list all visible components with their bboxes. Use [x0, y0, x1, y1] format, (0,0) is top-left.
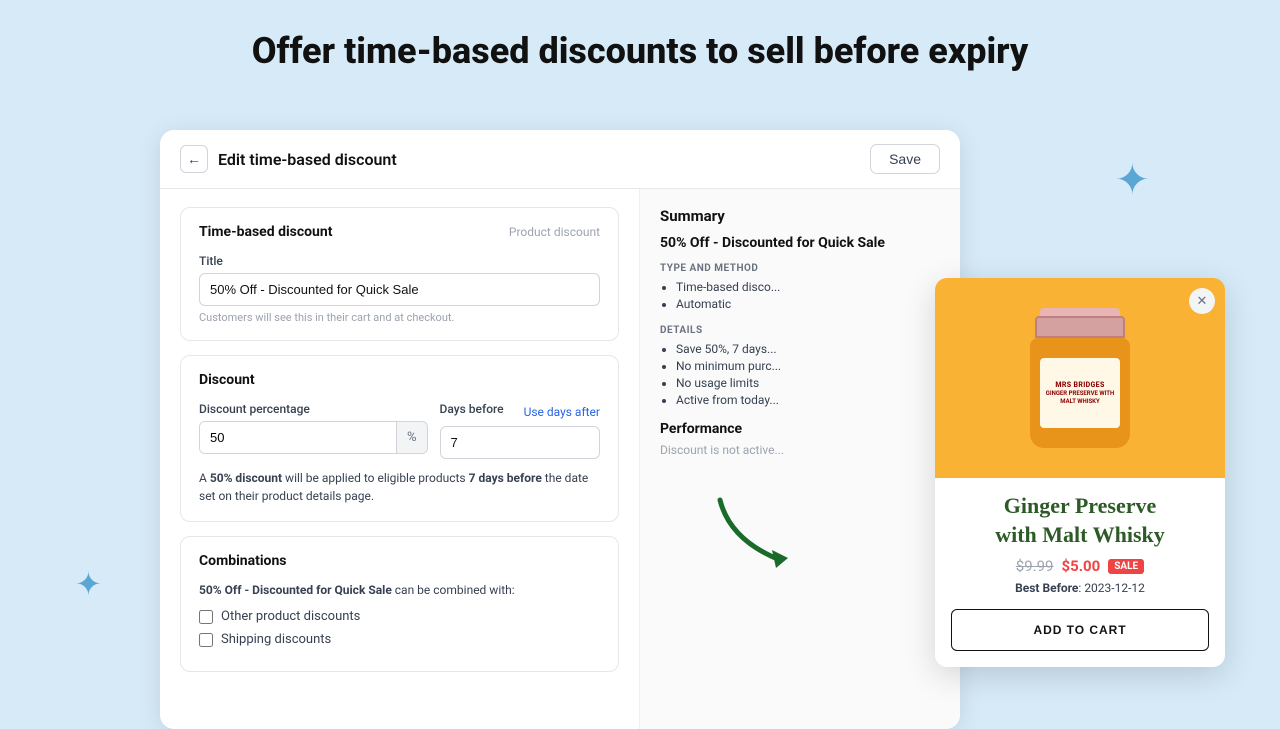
jar-body: MRS BRIDGES GINGER PRESERVE with MALT WH… [1030, 338, 1130, 448]
checkbox-other-product-input[interactable] [199, 610, 213, 624]
jar-lid [1035, 316, 1125, 338]
product-popup: ✕ MRS BRIDGES GINGER PRESERVE with MALT … [935, 278, 1225, 667]
sale-price: $5.00 [1061, 557, 1100, 575]
star-decoration-top-right: ✦ [1115, 160, 1150, 202]
title-hint: Customers will see this in their cart an… [199, 311, 600, 324]
summary-detail-2: No minimum purc... [676, 359, 940, 373]
discount-pct-label: Discount percentage [199, 402, 428, 416]
card-header-left: ← Edit time-based discount [180, 145, 397, 173]
discount-pct-field: Discount percentage % [199, 402, 428, 459]
section-combinations: Combinations 50% Off - Discounted for Qu… [180, 536, 619, 672]
combo-bold-name: 50% Off - Discounted for Quick Sale [199, 583, 392, 597]
right-column: Summary 50% Off - Discounted for Quick S… [640, 189, 960, 729]
section-time-based: Time-based discount Product discount Tit… [180, 207, 619, 341]
section1-title: Time-based discount [199, 224, 332, 240]
section-discount: Discount Discount percentage % Days befo… [180, 355, 619, 522]
popup-image-area: MRS BRIDGES GINGER PRESERVE with MALT WH… [935, 278, 1225, 478]
popup-close-button[interactable]: ✕ [1189, 288, 1215, 314]
title-field-label: Title [199, 254, 600, 268]
summary-detail-3: No usage limits [676, 376, 940, 390]
original-price: $9.99 [1016, 557, 1054, 575]
summary-type-item-1: Time-based disco... [676, 280, 940, 294]
days-label: Days before [440, 402, 504, 416]
discount-pct-input[interactable] [200, 422, 396, 453]
summary-detail-4: Active from today... [676, 393, 940, 407]
checkbox-shipping-input[interactable] [199, 633, 213, 647]
card-body: Time-based discount Product discount Tit… [160, 189, 960, 729]
section2-header: Discount [199, 372, 600, 388]
star-decoration-bottom-left: ✦ [75, 568, 102, 600]
discount-description: A 50% discount will be applied to eligib… [199, 469, 600, 505]
performance-title: Performance [660, 421, 940, 437]
checkbox-shipping: Shipping discounts [199, 632, 600, 647]
section3-title: Combinations [199, 553, 287, 569]
section3-header: Combinations [199, 553, 600, 569]
sale-badge: SALE [1108, 559, 1144, 574]
discount-row: Discount percentage % Days before Use da… [199, 402, 600, 459]
jar-product-text: GINGER PRESERVE with MALT WHISKY [1044, 390, 1116, 404]
summary-type-list: Time-based disco... Automatic [660, 280, 940, 311]
popup-product-name: Ginger Preserve with Malt Whisky [951, 492, 1209, 549]
back-button[interactable]: ← [180, 145, 208, 173]
summary-discount-name: 50% Off - Discounted for Quick Sale [660, 235, 940, 251]
page-title: Offer time-based discounts to sell befor… [0, 0, 1280, 96]
jar-illustration: MRS BRIDGES GINGER PRESERVE with MALT WH… [1025, 308, 1135, 448]
checkbox-other-product-label: Other product discounts [221, 609, 360, 624]
left-column: Time-based discount Product discount Tit… [160, 189, 640, 729]
discount-bold-pct: 50% discount [210, 471, 282, 485]
summary-type-item-2: Automatic [676, 297, 940, 311]
combo-text: 50% Off - Discounted for Quick Sale can … [199, 583, 600, 597]
best-before-date: 2023-12-12 [1084, 581, 1145, 595]
popup-best-before: Best Before: 2023-12-12 [951, 581, 1209, 595]
summary-title: Summary [660, 207, 940, 225]
section1-header: Time-based discount Product discount [199, 224, 600, 240]
performance-section: Performance Discount is not active... [660, 421, 940, 457]
summary-type-label: TYPE AND METHOD [660, 263, 940, 274]
section1-subtitle: Product discount [509, 225, 600, 239]
section2-title: Discount [199, 372, 255, 388]
summary-detail-1: Save 50%, 7 days... [676, 342, 940, 356]
jar-brand-text: MRS BRIDGES [1055, 381, 1104, 389]
best-before-label: Best Before [1015, 581, 1078, 595]
title-input[interactable] [199, 273, 600, 306]
percent-suffix: % [396, 422, 427, 453]
checkbox-shipping-label: Shipping discounts [221, 632, 331, 647]
main-card: ← Edit time-based discount Save Time-bas… [160, 130, 960, 729]
days-input[interactable] [440, 426, 600, 459]
combo-text-suffix: can be combined with: [392, 583, 515, 597]
discount-bold-days: 7 days before [469, 471, 542, 485]
days-field: Days before Use days after [440, 402, 600, 459]
checkbox-other-product: Other product discounts [199, 609, 600, 624]
popup-price-row: $9.99 $5.00 SALE [951, 557, 1209, 575]
popup-content: Ginger Preserve with Malt Whisky $9.99 $… [935, 478, 1225, 667]
card-header-title: Edit time-based discount [218, 150, 397, 169]
add-to-cart-button[interactable]: ADD TO CART [951, 609, 1209, 651]
use-days-after-link[interactable]: Use days after [524, 405, 600, 419]
summary-details-list: Save 50%, 7 days... No minimum purc... N… [660, 342, 940, 407]
save-button[interactable]: Save [870, 144, 940, 174]
discount-pct-input-wrapper: % [199, 421, 428, 454]
jar-label: MRS BRIDGES GINGER PRESERVE with MALT WH… [1040, 358, 1120, 428]
performance-text: Discount is not active... [660, 443, 940, 457]
summary-details-label: DETAILS [660, 325, 940, 336]
card-header: ← Edit time-based discount Save [160, 130, 960, 189]
